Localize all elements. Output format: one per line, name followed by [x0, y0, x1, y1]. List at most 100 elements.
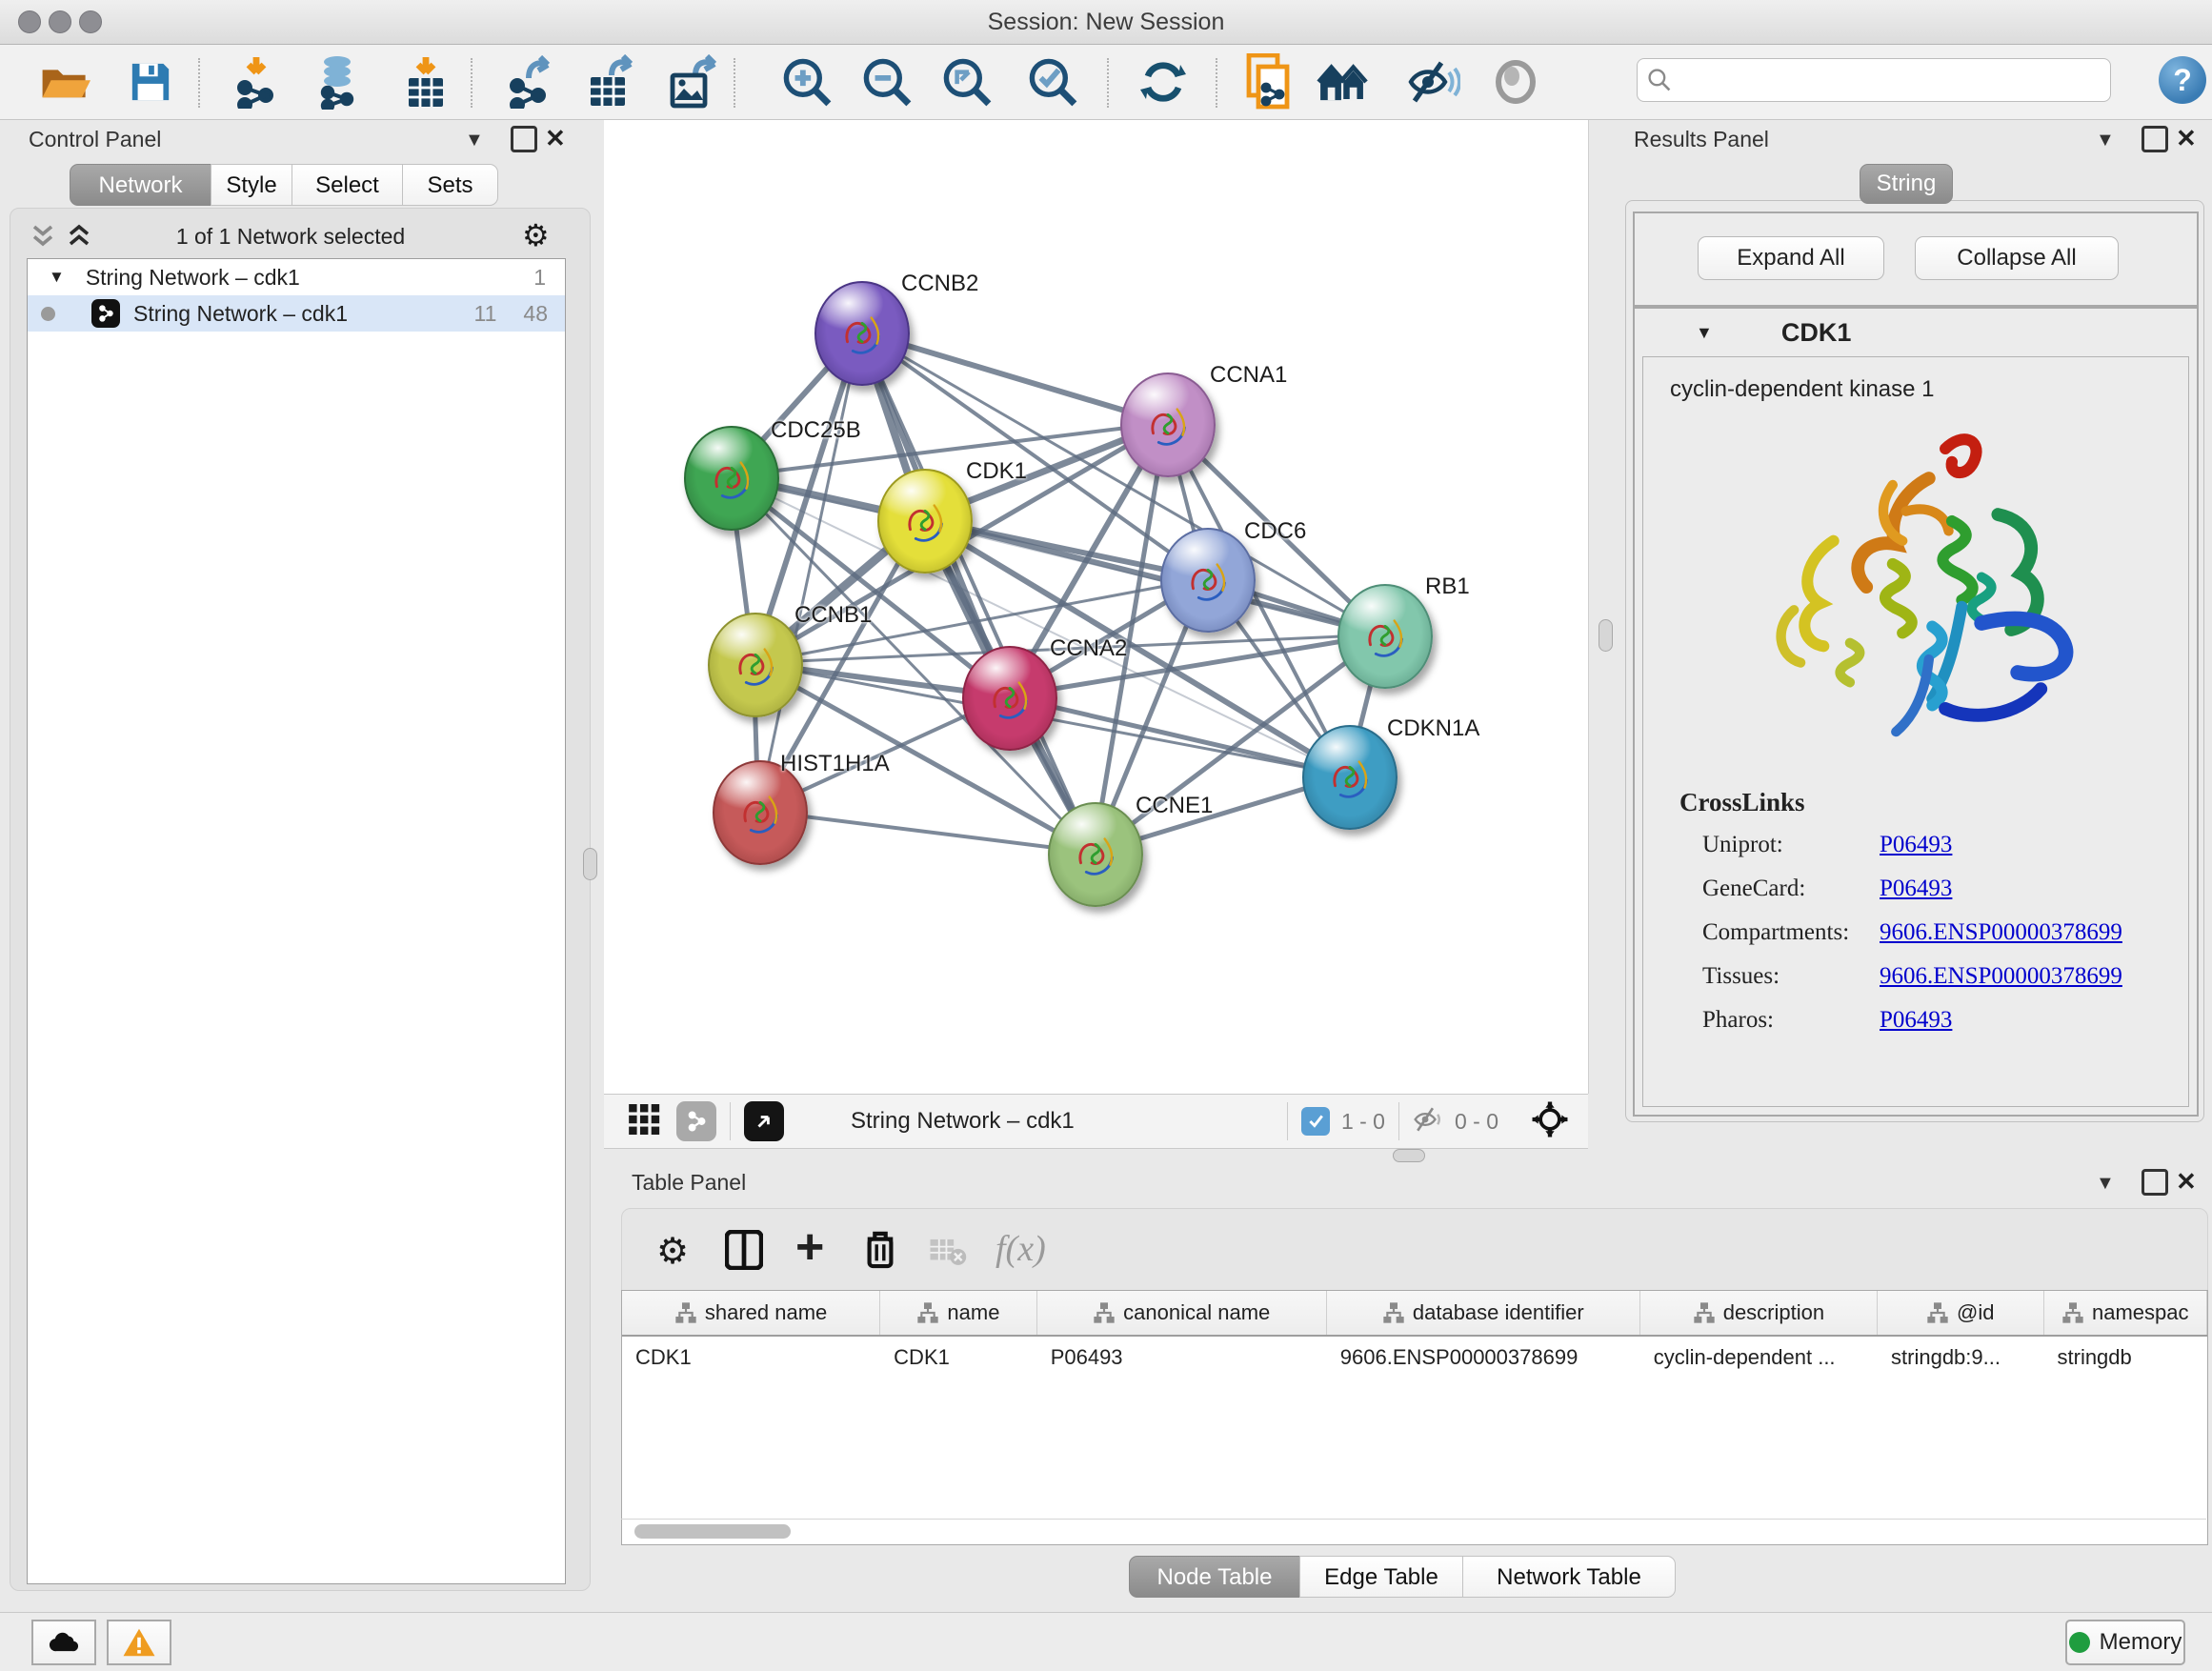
refresh-layout-button[interactable] — [1132, 50, 1195, 113]
collapse-all-networks-button[interactable] — [29, 221, 57, 254]
table-cell[interactable]: P06493 — [1037, 1345, 1327, 1370]
delete-table-button[interactable] — [929, 1238, 967, 1271]
results-panel-menu-button[interactable]: ▼ — [2096, 130, 2115, 151]
column-header--id[interactable]: @id — [1878, 1291, 2043, 1335]
crosslink-value-link[interactable]: P06493 — [1880, 832, 1952, 857]
delete-column-button[interactable] — [862, 1228, 898, 1275]
home-button[interactable] — [1313, 50, 1376, 113]
table-panel-float-button[interactable] — [2142, 1169, 2168, 1196]
network-row-selected[interactable]: String Network – cdk1 11 48 — [28, 295, 565, 332]
expand-all-networks-button[interactable] — [65, 221, 93, 254]
column-header-shared-name[interactable]: shared name — [622, 1291, 880, 1335]
zoom-selected-button[interactable] — [1021, 50, 1084, 113]
tab-network[interactable]: Network — [70, 164, 211, 206]
collapse-all-button[interactable]: Collapse All — [1915, 236, 2119, 280]
column-header-namespac[interactable]: namespac — [2044, 1291, 2207, 1335]
table-cell[interactable]: cyclin-dependent ... — [1640, 1345, 1878, 1370]
control-panel-close-button[interactable]: ✕ — [545, 124, 566, 153]
show-columns-button[interactable] — [725, 1230, 763, 1275]
column-header-database-identifier[interactable]: database identifier — [1327, 1291, 1640, 1335]
column-header-name[interactable]: name — [880, 1291, 1037, 1335]
network-node-cdk1[interactable] — [877, 469, 973, 574]
tab-network-table[interactable]: Network Table — [1462, 1556, 1676, 1598]
network-node-cdc6[interactable] — [1160, 528, 1256, 633]
crosslink-value-link[interactable]: P06493 — [1880, 876, 1952, 901]
network-node-cdkn1a[interactable] — [1302, 725, 1398, 830]
results-tab-string[interactable]: String — [1860, 164, 1953, 204]
table-hscrollbar-thumb[interactable] — [634, 1524, 791, 1539]
export-image-button[interactable] — [661, 50, 724, 113]
zoom-out-button[interactable] — [855, 50, 918, 113]
network-node-ccna2[interactable] — [962, 646, 1057, 751]
pan-tool-button[interactable] — [1531, 1100, 1569, 1143]
export-table-button[interactable] — [579, 50, 642, 113]
table-cell[interactable]: 9606.ENSP00000378699 — [1327, 1345, 1640, 1370]
warnings-button[interactable] — [107, 1620, 171, 1665]
crosslink-value-link[interactable]: 9606.ENSP00000378699 — [1880, 919, 2122, 945]
function-builder-button[interactable]: f(x) — [995, 1228, 1046, 1270]
application-window: Session: New Session — [0, 0, 2212, 1671]
expand-all-button[interactable]: Expand All — [1698, 236, 1884, 280]
network-node-ccna1[interactable] — [1120, 372, 1216, 477]
trash-icon — [862, 1228, 898, 1270]
network-panel-options-gear-icon[interactable]: ⚙ — [522, 217, 550, 253]
results-panel-float-button[interactable] — [2142, 126, 2168, 152]
column-header-canonical-name[interactable]: canonical name — [1037, 1291, 1327, 1335]
table-cell[interactable]: CDK1 — [622, 1345, 880, 1370]
network-node-ccnb2[interactable] — [814, 281, 910, 386]
network-node-cdc25b[interactable] — [684, 426, 779, 531]
network-overview-button[interactable] — [676, 1101, 716, 1141]
node-count: 11 — [474, 301, 497, 327]
node-label-ccnb1: CCNB1 — [794, 602, 872, 629]
table-hscrollbar-track[interactable] — [621, 1519, 2206, 1544]
create-column-button[interactable]: + — [795, 1222, 824, 1272]
right-splitter-handle[interactable] — [1599, 619, 1613, 652]
left-splitter-handle[interactable] — [583, 848, 597, 880]
birdseye-view-button[interactable] — [744, 1101, 784, 1141]
control-panel-float-button[interactable] — [511, 126, 537, 152]
crosslink-value-link[interactable]: P06493 — [1880, 1007, 1952, 1033]
table-cell[interactable]: CDK1 — [880, 1345, 1037, 1370]
table-options-gear-icon[interactable]: ⚙ — [656, 1230, 689, 1273]
zoom-fit-button[interactable] — [935, 50, 998, 113]
tab-select[interactable]: Select — [292, 164, 403, 206]
hide-graphics-details-button[interactable] — [1402, 50, 1465, 113]
table-cell[interactable]: stringdb — [2044, 1345, 2208, 1370]
search-input[interactable] — [1672, 67, 2110, 93]
bottom-splitter-handle[interactable] — [1393, 1149, 1425, 1162]
network-node-ccne1[interactable] — [1048, 802, 1143, 907]
import-network-file-button[interactable] — [227, 50, 290, 113]
crosslink-value-link[interactable]: 9606.ENSP00000378699 — [1880, 963, 2122, 989]
open-file-button[interactable] — [33, 50, 96, 113]
zoom-in-button[interactable] — [775, 50, 838, 113]
tab-sets[interactable]: Sets — [402, 164, 498, 206]
tree-expander-icon[interactable]: ▼ — [49, 268, 65, 287]
column-header-description[interactable]: description — [1640, 1291, 1878, 1335]
tab-node-table[interactable]: Node Table — [1129, 1556, 1300, 1598]
show-graphics-details-button[interactable] — [1484, 50, 1547, 113]
window-title: Session: New Session — [0, 9, 2212, 36]
grid-view-button[interactable] — [629, 1104, 661, 1139]
gene-entry-header[interactable]: ▼ CDK1 — [1635, 309, 2197, 356]
table-panel-menu-button[interactable]: ▼ — [2096, 1173, 2115, 1195]
selected-items-checkbox[interactable] — [1301, 1107, 1330, 1136]
save-session-button[interactable] — [119, 50, 182, 113]
help-button[interactable]: ? — [2159, 56, 2206, 104]
cloud-status-button[interactable] — [31, 1620, 96, 1665]
memory-button[interactable]: Memory — [2065, 1620, 2185, 1665]
import-network-database-button[interactable] — [309, 50, 372, 113]
table-panel-close-button[interactable]: ✕ — [2176, 1167, 2197, 1197]
tab-style[interactable]: Style — [211, 164, 292, 206]
table-cell[interactable]: stringdb:9... — [1878, 1345, 2043, 1370]
network-node-ccnb1[interactable] — [708, 613, 803, 717]
network-node-rb1[interactable] — [1337, 584, 1433, 689]
control-panel-menu-button[interactable]: ▼ — [465, 130, 484, 151]
network-collection-row[interactable]: ▼ String Network – cdk1 1 — [28, 259, 565, 295]
entry-expander-icon[interactable]: ▼ — [1696, 323, 1713, 343]
import-table-file-button[interactable] — [394, 50, 457, 113]
table-row[interactable]: CDK1CDK1P064939606.ENSP00000378699cyclin… — [622, 1337, 2207, 1379]
export-network-button[interactable] — [497, 50, 560, 113]
share-document-button[interactable] — [1238, 50, 1301, 113]
results-panel-close-button[interactable]: ✕ — [2176, 124, 2197, 153]
tab-edge-table[interactable]: Edge Table — [1299, 1556, 1463, 1598]
